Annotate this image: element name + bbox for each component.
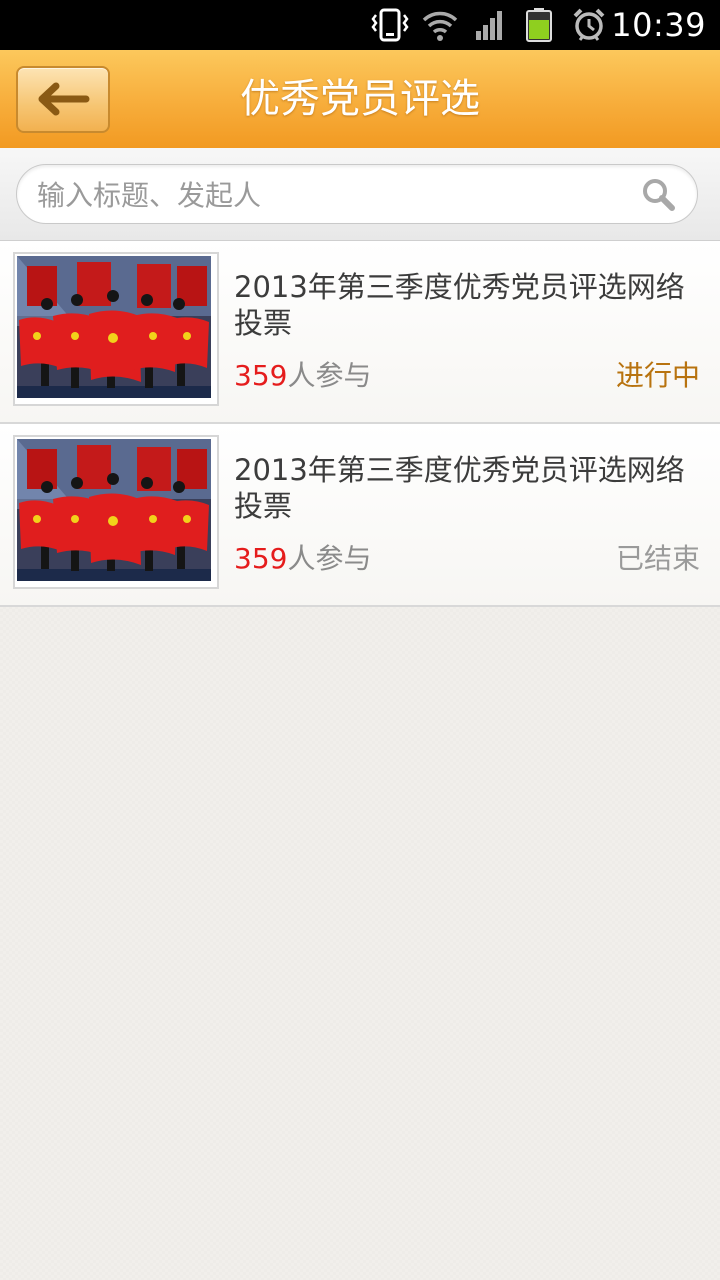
search-box[interactable] (16, 164, 698, 225)
poll-list: 2013年第三季度优秀党员评选网络投票 359人参与 进行中 2013年第三季度… (0, 241, 720, 607)
participant-number: 359 (234, 359, 288, 392)
poll-thumbnail (13, 435, 219, 589)
alarm-icon (573, 8, 605, 41)
status-time: 10:39 (611, 6, 706, 44)
participant-suffix: 人参与 (287, 542, 372, 575)
search-input[interactable] (35, 165, 629, 225)
app-header: 优秀党员评选 (0, 50, 720, 149)
search-icon[interactable] (641, 177, 675, 211)
back-arrow-icon (38, 82, 90, 116)
signal-icon (476, 11, 502, 40)
poll-item[interactable]: 2013年第三季度优秀党员评选网络投票 359人参与 进行中 (0, 241, 720, 424)
back-button[interactable] (16, 66, 110, 133)
participant-suffix: 人参与 (287, 359, 372, 392)
vibrate-icon (371, 8, 409, 42)
participant-count: 359人参与 (234, 537, 371, 577)
wifi-icon (422, 11, 458, 41)
status-bar: 10:39 (0, 0, 720, 50)
poll-status: 已结束 (615, 542, 700, 575)
poll-item[interactable]: 2013年第三季度优秀党员评选网络投票 359人参与 已结束 (0, 424, 720, 607)
poll-status: 进行中 (615, 359, 700, 392)
participant-count: 359人参与 (234, 354, 371, 394)
poll-title: 2013年第三季度优秀党员评选网络投票 (234, 270, 685, 340)
search-bar (0, 148, 720, 241)
flag-parade-image (17, 256, 211, 398)
participant-number: 359 (234, 542, 288, 575)
poll-thumbnail (13, 252, 219, 406)
battery-icon (526, 8, 552, 42)
flag-parade-image (17, 439, 211, 581)
poll-title: 2013年第三季度优秀党员评选网络投票 (234, 453, 685, 523)
